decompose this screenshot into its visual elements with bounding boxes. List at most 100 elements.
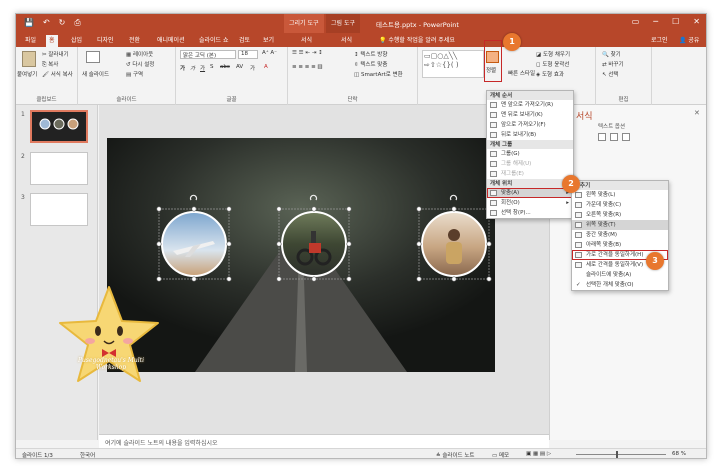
effects-icon[interactable] [598, 133, 606, 141]
tab-home[interactable]: 홈 [46, 35, 58, 47]
selection-pane-item[interactable]: 선택 창(P)... [487, 208, 573, 218]
print-icon[interactable]: ⎙ [74, 18, 80, 28]
tab-view[interactable]: 보기 [260, 35, 277, 47]
tab-slideshow[interactable]: 슬라이드 쇼 [196, 35, 232, 47]
comments-button[interactable]: ▭ 메모 [492, 451, 509, 458]
font-name-select[interactable]: 맑은 고딕 (본) [180, 50, 236, 59]
shape-fill-button[interactable]: ◪ 도형 채우기 [536, 50, 570, 58]
slide-canvas[interactable] [107, 138, 495, 372]
notes-toggle-button[interactable]: ≙ 슬라이드 노트 [436, 451, 474, 458]
tab-format-picture[interactable]: 서식 [338, 35, 355, 47]
slide-thumbnail-1[interactable] [30, 110, 88, 143]
quick-styles-button[interactable]: 빠른 스타일 [508, 69, 535, 77]
zoom-thumb[interactable] [616, 451, 618, 458]
copy-button[interactable]: ⎘ 복사 [42, 60, 58, 69]
notes-pane[interactable]: 여기에 슬라이드 노트의 내용을 입력하십시오 [99, 434, 549, 448]
ungroup-icon [490, 161, 497, 167]
rotate-item[interactable]: 회전(O) ▸ [487, 198, 573, 208]
align-icons[interactable]: ≡ ≡ ≡ ≡ ▥ [292, 64, 323, 70]
replace-button[interactable]: ⇄ 바꾸기 [602, 60, 624, 68]
motorcycle-image[interactable] [281, 211, 347, 277]
minimize-icon[interactable]: ─ [653, 17, 658, 26]
step-callout-2: 2 [562, 175, 580, 193]
tab-file[interactable]: 파일 [22, 35, 39, 47]
close-icon[interactable]: ✕ [693, 17, 700, 26]
slide-thumbnail-2[interactable] [30, 152, 88, 185]
tab-insert[interactable]: 삽입 [68, 35, 85, 47]
airplane-image[interactable] [161, 211, 227, 277]
case-icon[interactable]: 가 [250, 64, 255, 72]
text-options-tab[interactable]: 텍스트 옵션 [598, 122, 625, 130]
bullets-icon[interactable]: ☰ ☰ ⇤ ⇥ ↕ [292, 50, 323, 56]
picture-icon[interactable] [622, 133, 630, 141]
zoom-level[interactable]: 68 % [672, 451, 686, 457]
paste-button[interactable]: 붙여넣기 [17, 70, 37, 78]
tab-animations[interactable]: 애니메이션 [154, 35, 188, 47]
tab-transitions[interactable]: 전환 [126, 35, 143, 47]
shadow-icon[interactable]: S [210, 64, 214, 70]
italic-icon[interactable]: 가 [190, 64, 195, 72]
maximize-icon[interactable]: ☐ [672, 17, 679, 26]
share-button[interactable]: 👤 공유 [676, 35, 702, 47]
align-top-item[interactable]: 위쪽 맞춤(T) [572, 220, 668, 230]
save-icon[interactable]: 💾 [24, 18, 34, 28]
send-backward-item[interactable]: 뒤로 보내기(B) [487, 130, 573, 140]
login-link[interactable]: 로그인 [648, 35, 671, 47]
pane-close-icon[interactable]: ✕ [694, 109, 700, 117]
align-right-icon [575, 212, 582, 218]
tab-format-drawing[interactable]: 서식 [298, 35, 315, 47]
align-left-item[interactable]: 왼쪽 맞춤(L) [572, 190, 668, 200]
align-to-slide-item[interactable]: 슬라이드에 맞춤(A) [572, 270, 668, 280]
font-color-icon[interactable]: A [264, 64, 268, 70]
language-indicator[interactable]: 한국어 [80, 451, 95, 458]
font-grow-icon[interactable]: A⁺ A⁻ [262, 50, 277, 56]
text-direction-button[interactable]: ↕ 텍스트 방향 [354, 50, 387, 58]
paste-icon[interactable] [22, 51, 36, 67]
zoom-slider[interactable] [576, 454, 666, 455]
undo-icon[interactable]: ↶ [43, 18, 50, 28]
bring-to-front-item[interactable]: 맨 앞으로 가져오기(R) [487, 100, 573, 110]
underline-icon[interactable]: 가 [200, 64, 205, 72]
redo-icon[interactable]: ↻ [59, 18, 66, 28]
send-to-back-item[interactable]: 맨 뒤로 보내기(K) [487, 110, 573, 120]
align-middle-item[interactable]: 중간 맞춤(M) [572, 230, 668, 240]
format-pane-title: 서식 [576, 112, 593, 122]
traveler-image[interactable] [421, 211, 487, 277]
size-icon[interactable] [610, 133, 618, 141]
shapes-gallery[interactable]: ▭▢○△╲╲ ⇨⇧☆{}( ) [422, 50, 484, 78]
bold-icon[interactable]: 가 [180, 64, 185, 72]
regroup-item[interactable]: 재그룹(E) [487, 169, 573, 179]
smartart-button[interactable]: ◫ SmartArt로 변환 [354, 70, 403, 78]
align-center-item[interactable]: 가운데 맞춤(C) [572, 200, 668, 210]
select-button[interactable]: ↖ 선택 [602, 70, 618, 78]
format-painter-button[interactable]: 🖌 서식 복사 [42, 70, 73, 78]
bring-forward-item[interactable]: 앞으로 가져오기(F) [487, 120, 573, 130]
new-slide-button[interactable]: 새 슬라이드 [82, 70, 109, 78]
align-item[interactable]: 맞춤(A) ▸ [487, 188, 573, 198]
tab-review[interactable]: 검토 [236, 35, 253, 47]
align-bottom-item[interactable]: 아래쪽 맞춤(B) [572, 240, 668, 250]
find-button[interactable]: 🔍 찾기 [602, 50, 621, 58]
align-selected-objects-item[interactable]: ✓ 선택한 개체 맞춤(O) [572, 280, 668, 290]
font-size-select[interactable]: 18 [238, 50, 258, 59]
align-right-item[interactable]: 오른쪽 맞춤(R) [572, 210, 668, 220]
shape-outline-button[interactable]: ◻ 도형 윤곽선 [536, 60, 569, 68]
section-button[interactable]: ▤ 구역 [126, 70, 143, 78]
ungroup-item[interactable]: 그룹 해제(U) [487, 159, 573, 169]
group-item[interactable]: 그룹(G) [487, 149, 573, 159]
align-icon [490, 190, 497, 196]
spacing-icon[interactable]: AV [236, 64, 243, 70]
tell-me-search[interactable]: 💡 수행할 작업을 알려 주세요 [376, 35, 458, 47]
tab-design[interactable]: 디자인 [94, 35, 117, 47]
reset-button[interactable]: ↺ 다시 설정 [126, 60, 154, 68]
shape-effects-button[interactable]: ◈ 도형 효과 [536, 70, 564, 78]
cut-button[interactable]: ✂ 잘라내기 [42, 50, 69, 58]
distribute-horizontal-icon [575, 252, 582, 258]
new-slide-icon[interactable] [86, 51, 100, 63]
view-buttons[interactable]: ▣ ▦ ▤ ▷ [526, 451, 551, 457]
slide-thumbnail-3[interactable] [30, 193, 88, 226]
layout-button[interactable]: ▦ 레이아웃 [126, 50, 153, 58]
strikethrough-icon[interactable]: abc [220, 64, 230, 70]
ribbon-options-icon[interactable]: ▭ [632, 17, 640, 26]
align-text-button[interactable]: ⇳ 텍스트 맞춤 [354, 60, 387, 68]
